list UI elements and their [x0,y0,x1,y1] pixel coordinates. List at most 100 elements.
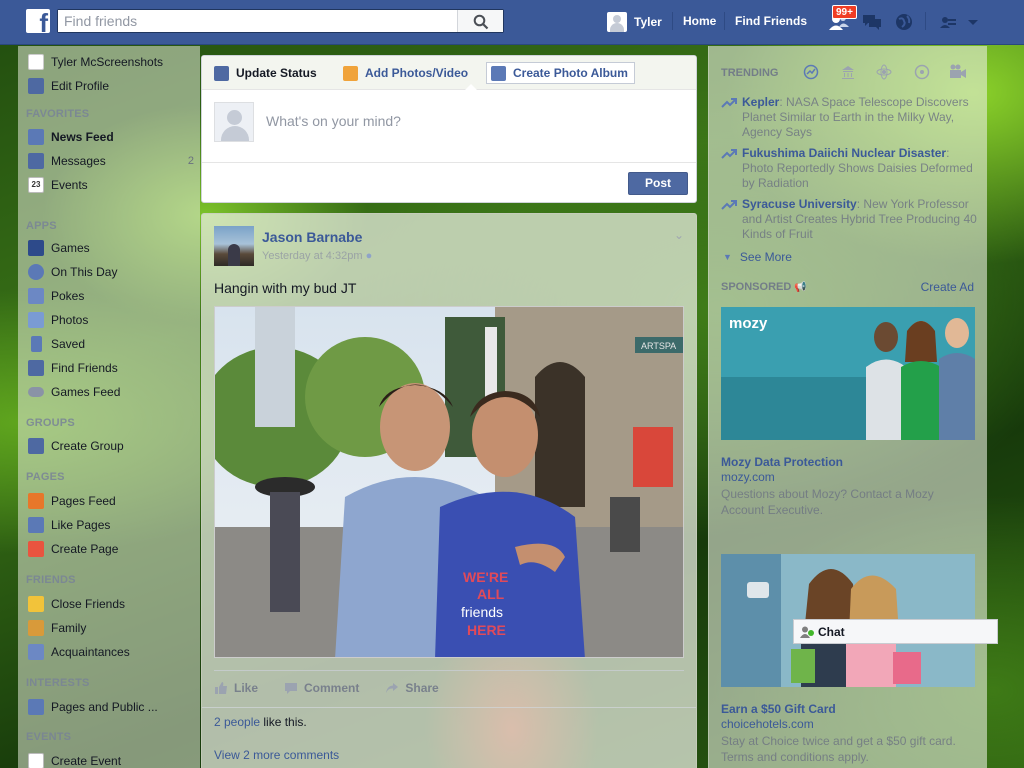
sidebar-item-profile[interactable]: Tyler McScreenshots [28,53,163,71]
story-text: Hangin with my bud JT [214,280,357,296]
search-button[interactable] [457,10,503,32]
on-this-day-icon [28,264,44,280]
sidebar-item-edit-profile[interactable]: Edit Profile [28,77,109,95]
messages-count: 2 [187,155,194,167]
ad-body-mozy: Questions about Mozy? Contact a Mozy Acc… [721,487,934,517]
account-menu-chevron-down-icon[interactable] [966,11,988,33]
nav-find-friends-link[interactable]: Find Friends [735,14,807,28]
sidebar-item-pages-feed[interactable]: Pages Feed [28,492,116,510]
composer-footer: Post [202,162,696,202]
story-photo[interactable]: ARTSPA WE'RE ALL friends HERE [214,306,684,658]
nav-profile-link[interactable]: Tyler [607,12,662,32]
sidebar-item-label: Create Page [51,542,119,556]
trending-politics-icon[interactable] [840,64,856,80]
active-tab-caret [464,84,478,91]
sidebar-item-label: Find Friends [51,361,118,375]
messages-icon[interactable] [861,11,883,33]
trending-arrow-icon [721,98,737,108]
nav-divider [672,12,673,30]
sidebar-item-like-pages[interactable]: Like Pages [28,516,110,534]
sidebar-item-label: Edit Profile [51,79,110,93]
trending-sports-icon[interactable] [914,64,930,80]
friends-heading: FRIENDS [26,574,76,586]
likers-link[interactable]: 2 people [214,715,260,729]
ad-title-choice-hotels[interactable]: Earn a $50 Gift Card [721,702,836,716]
events-heading: EVENTS [26,731,72,743]
megaphone-icon: 📢 [794,282,807,293]
sidebar-item-label: Pages and Public ... [51,700,158,714]
story-author-link[interactable]: Jason Barnabe [262,229,362,245]
tab-update-status[interactable]: Update Status [214,62,317,84]
comment-button[interactable]: Comment [284,681,359,695]
trending-entertainment-icon[interactable] [949,64,967,80]
sidebar-item-interests[interactable]: Pages and Public ... [28,698,158,716]
left-sidebar: Tyler McScreenshots Edit Profile FAVORIT… [18,46,200,768]
sidebar-item-create-page[interactable]: Create Page [28,540,118,558]
sidebar-item-news-feed[interactable]: News Feed [28,128,114,146]
acquaintances-icon [28,644,44,660]
facebook-logo-letter: f [39,8,48,38]
messages-icon [28,153,44,169]
sidebar-item-close-friends[interactable]: Close Friends [28,595,125,613]
ad-title-mozy[interactable]: Mozy Data Protection [721,455,843,469]
sidebar-item-label: On This Day [51,265,118,279]
status-input[interactable] [266,113,666,129]
favorites-heading: FAVORITES [26,108,90,120]
sidebar-item-family[interactable]: Family [28,619,86,637]
facebook-logo-icon[interactable]: f [26,8,50,38]
sidebar-item-label: Messages [51,154,106,168]
nav-divider [724,12,725,30]
like-label: Like [234,680,259,695]
sidebar-item-games-feed[interactable]: Games Feed [28,383,120,401]
trending-item-fukushima[interactable]: Fukushima Daiichi Nuclear Disaster: Phot… [721,146,977,191]
sidebar-item-pokes[interactable]: Pokes [28,287,84,305]
sidebar-item-acquaintances[interactable]: Acquaintances [28,643,130,661]
trending-item-kepler[interactable]: Kepler: NASA Space Telescope Discovers P… [721,95,977,140]
trending-item-syracuse[interactable]: Syracuse University: New York Professor … [721,197,977,242]
sidebar-item-create-event[interactable]: Create Event [28,752,121,768]
sidebar-item-on-this-day[interactable]: On This Day [28,263,117,281]
tab-label: Create Photo Album [513,66,628,80]
photo-icon [343,65,358,81]
tab-label: Add Photos/Video [365,66,469,80]
shirt-text-line-2: ALL [477,586,505,602]
see-more-trending-link[interactable]: ▼ See More [721,250,792,264]
story-options-chevron-down-icon[interactable]: ⌄ [674,228,684,242]
view-more-comments-link[interactable]: View 2 more comments [214,748,339,762]
sidebar-item-events[interactable]: 23 Events [28,176,88,194]
author-avatar[interactable] [214,226,254,266]
saved-bookmark-icon [31,336,42,352]
composer-tabs: Update Status Add Photos/Video Create Ph… [202,56,696,90]
sidebar-item-messages[interactable]: Messages 2 [28,152,194,170]
privacy-shortcuts-icon[interactable] [937,11,959,33]
sidebar-item-photos[interactable]: Photos [28,311,88,329]
notifications-globe-icon[interactable] [893,11,915,33]
groups-heading: GROUPS [26,417,75,429]
create-ad-link[interactable]: Create Ad [921,280,974,294]
like-button[interactable]: Like [214,681,258,695]
find-friends-icon [28,360,44,376]
share-button[interactable]: Share [385,681,439,695]
post-button[interactable]: Post [628,172,688,195]
pencil-icon [28,78,44,94]
tab-create-photo-album[interactable]: Create Photo Album [486,62,635,84]
ad-image-mozy[interactable]: mozy [721,307,975,440]
ad-domain-mozy[interactable]: mozy.com [721,470,775,484]
status-composer: Update Status Add Photos/Video Create Ph… [201,55,697,203]
sidebar-item-saved[interactable]: Saved [28,335,85,353]
tab-add-photos-video[interactable]: Add Photos/Video [343,62,468,84]
search-input[interactable] [58,10,458,32]
sidebar-item-create-group[interactable]: Create Group [28,437,124,455]
sidebar-item-games[interactable]: Games [28,239,90,257]
trend-topic: Syracuse University [742,197,857,211]
trending-top-stories-icon[interactable] [803,64,819,80]
photos-icon [28,312,44,328]
create-page-icon [28,541,44,557]
story-timestamp[interactable]: Yesterday at 4:32pm ● [262,250,372,262]
sidebar-item-label: Pokes [51,289,85,303]
ad-domain-choice-hotels[interactable]: choicehotels.com [721,717,814,731]
chat-tab[interactable]: Chat [793,619,998,644]
nav-home-link[interactable]: Home [683,14,716,28]
sidebar-item-find-friends[interactable]: Find Friends [28,359,118,377]
trending-science-icon[interactable] [876,64,892,80]
